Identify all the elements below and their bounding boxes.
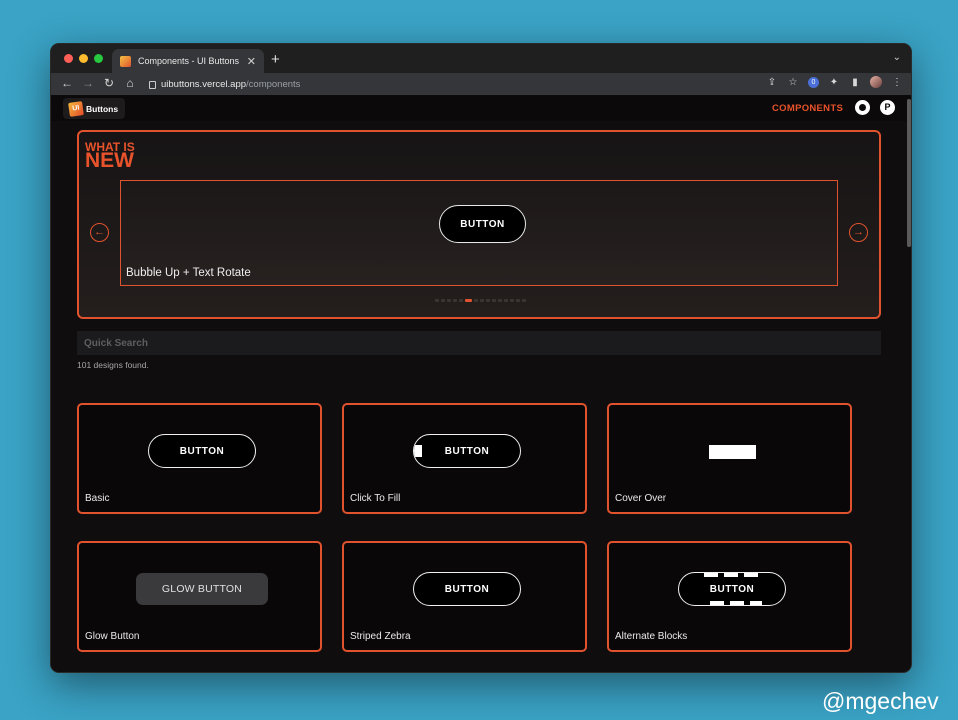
browser-toolbar: ← → ↻ ⌂ uibuttons.vercel.app /components… bbox=[51, 73, 911, 95]
carousel-next-icon[interactable]: → bbox=[849, 223, 868, 242]
card-label: Cover Over bbox=[615, 493, 667, 504]
carousel-slide: BUTTON Bubble Up + Text Rotate bbox=[120, 180, 838, 286]
card-demo-button[interactable]: BUTTON bbox=[413, 572, 521, 606]
site-logo[interactable]: UI Buttons bbox=[63, 98, 125, 119]
carousel-dot[interactable] bbox=[435, 299, 439, 302]
whats-new-carousel: WHAT IS NEW BUTTON Bubble Up + Text Rota… bbox=[77, 130, 881, 319]
carousel-dot[interactable] bbox=[492, 299, 496, 302]
carousel-prev-icon[interactable]: ← bbox=[90, 223, 109, 242]
card-cover-over[interactable]: Cover Over bbox=[607, 403, 852, 514]
close-icon[interactable]: ✕ bbox=[247, 55, 256, 68]
carousel-dots bbox=[435, 299, 526, 302]
card-demo-button[interactable]: BUTTON bbox=[678, 572, 786, 606]
new-tab-icon[interactable]: + bbox=[271, 51, 280, 68]
card-alternate-blocks[interactable]: BUTTON Alternate Blocks bbox=[607, 541, 852, 652]
toolbar-actions: ⇪ ☆ 0 ✦ ▮ ⋮ bbox=[766, 76, 903, 88]
carousel-dot[interactable] bbox=[474, 299, 478, 302]
browser-window: Components - UI Buttons ✕ + ⌄ ← → ↻ ⌂ ui… bbox=[50, 43, 912, 673]
card-label: Alternate Blocks bbox=[615, 631, 688, 642]
more-menu-icon[interactable]: ⋮ bbox=[891, 77, 903, 88]
profile-avatar[interactable] bbox=[870, 76, 882, 88]
card-button-text: BUTTON bbox=[444, 445, 490, 457]
tab-strip: Components - UI Buttons ✕ + ⌄ bbox=[51, 44, 911, 73]
side-panel-icon[interactable]: ▮ bbox=[849, 77, 861, 88]
favicon-icon bbox=[120, 55, 131, 67]
nav-components-link[interactable]: COMPONENTS bbox=[772, 103, 843, 114]
card-label: Basic bbox=[85, 493, 110, 504]
tab-components[interactable]: Components - UI Buttons ✕ bbox=[112, 49, 264, 73]
bookmark-star-icon[interactable]: ☆ bbox=[787, 77, 799, 88]
extension-icon[interactable]: 0 bbox=[808, 76, 819, 88]
card-striped-zebra[interactable]: BUTTON Striped Zebra bbox=[342, 541, 587, 652]
result-count: 101 designs found. bbox=[77, 360, 149, 370]
card-demo-button[interactable] bbox=[709, 445, 756, 459]
url-path: /components bbox=[246, 79, 301, 90]
quick-search-input[interactable] bbox=[77, 331, 881, 355]
minimize-window-button[interactable] bbox=[79, 54, 88, 63]
carousel-dot[interactable] bbox=[498, 299, 502, 302]
card-glow-button[interactable]: GLOW BUTTON Glow Button bbox=[77, 541, 322, 652]
carousel-dot[interactable] bbox=[465, 299, 472, 302]
tab-title: Components - UI Buttons bbox=[138, 56, 240, 66]
carousel-dot[interactable] bbox=[480, 299, 484, 302]
nav-buttons: ← → ↻ ⌂ bbox=[57, 76, 140, 90]
carousel-dot[interactable] bbox=[441, 299, 445, 302]
card-label: Striped Zebra bbox=[350, 631, 411, 642]
tab-search-icon[interactable]: ⌄ bbox=[893, 52, 901, 63]
card-demo-button[interactable]: GLOW BUTTON bbox=[136, 573, 268, 605]
back-icon[interactable]: ← bbox=[57, 76, 77, 90]
window-controls bbox=[64, 54, 103, 63]
page-scrollbar[interactable] bbox=[907, 99, 911, 247]
carousel-dot[interactable] bbox=[453, 299, 457, 302]
carousel-dot[interactable] bbox=[459, 299, 463, 302]
share-icon[interactable]: ⇪ bbox=[766, 77, 778, 88]
card-label: Glow Button bbox=[85, 631, 140, 642]
url-host: uibuttons.vercel.app bbox=[161, 79, 247, 90]
carousel-dot[interactable] bbox=[486, 299, 490, 302]
page-content: UI Buttons COMPONENTS P WHAT IS NEW BUTT… bbox=[51, 95, 911, 672]
carousel-dot[interactable] bbox=[510, 299, 514, 302]
carousel-dot[interactable] bbox=[516, 299, 520, 302]
address-bar[interactable]: uibuttons.vercel.app /components bbox=[147, 76, 797, 93]
hero-new: NEW bbox=[85, 149, 134, 172]
close-window-button[interactable] bbox=[64, 54, 73, 63]
github-icon[interactable] bbox=[855, 100, 870, 115]
product-hunt-icon[interactable]: P bbox=[880, 100, 895, 115]
maximize-window-button[interactable] bbox=[94, 54, 103, 63]
forward-icon[interactable]: → bbox=[78, 76, 98, 90]
home-icon[interactable]: ⌂ bbox=[120, 76, 140, 90]
logo-mark: UI bbox=[68, 100, 84, 117]
lock-icon[interactable] bbox=[149, 80, 156, 89]
demo-button[interactable]: BUTTON bbox=[439, 205, 526, 243]
card-demo-button[interactable]: BUTTON bbox=[413, 434, 521, 468]
card-label: Click To Fill bbox=[350, 493, 401, 504]
card-basic[interactable]: BUTTON Basic bbox=[77, 403, 322, 514]
slide-label: Bubble Up + Text Rotate bbox=[126, 267, 251, 279]
site-header: UI Buttons COMPONENTS P bbox=[51, 95, 911, 121]
card-demo-button[interactable]: BUTTON bbox=[148, 434, 256, 468]
logo-text: Buttons bbox=[86, 103, 119, 114]
reload-icon[interactable]: ↻ bbox=[99, 76, 119, 90]
card-click-to-fill[interactable]: BUTTON Click To Fill bbox=[342, 403, 587, 514]
extensions-puzzle-icon[interactable]: ✦ bbox=[828, 77, 840, 88]
carousel-dot[interactable] bbox=[522, 299, 526, 302]
carousel-dot[interactable] bbox=[504, 299, 508, 302]
watermark: @mgechev bbox=[822, 688, 939, 714]
card-button-text: BUTTON bbox=[709, 583, 755, 595]
carousel-dot[interactable] bbox=[447, 299, 451, 302]
